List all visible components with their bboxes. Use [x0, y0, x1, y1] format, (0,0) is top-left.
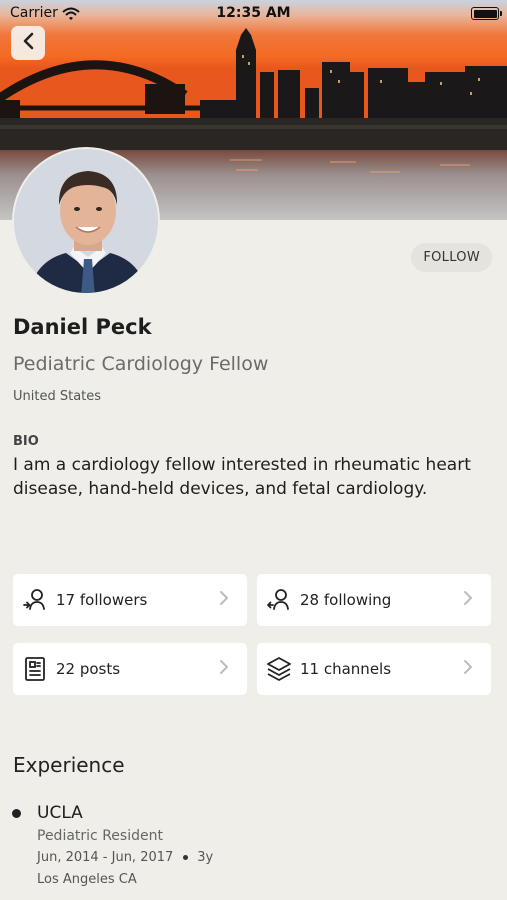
experience-location: Los Angeles CA: [37, 872, 137, 887]
avatar: [12, 147, 160, 295]
battery-icon: [471, 7, 502, 20]
experience-dates: Jun, 2014 - Jun, 2017 3y: [37, 850, 213, 865]
chevron-right-icon: [463, 590, 473, 610]
profile-name: Daniel Peck: [13, 315, 152, 339]
timeline-dot: [12, 809, 21, 818]
chevron-right-icon: [219, 590, 229, 610]
chevron-left-icon: [22, 32, 34, 54]
back-button[interactable]: [11, 26, 45, 60]
bio-label: BIO: [13, 434, 39, 449]
followers-card[interactable]: 17 followers: [13, 574, 247, 626]
bio-text: I am a cardiology fellow interested in r…: [13, 455, 471, 499]
channels-card[interactable]: 11 channels: [257, 643, 491, 695]
profile-country: United States: [13, 389, 102, 404]
clock: 12:35 AM: [216, 5, 291, 21]
channels-icon: [266, 656, 292, 682]
posts-label: 22 posts: [56, 660, 121, 678]
chevron-right-icon: [219, 659, 229, 679]
following-card[interactable]: 28 following: [257, 574, 491, 626]
posts-card[interactable]: 22 posts: [13, 643, 247, 695]
experience-duration: 3y: [197, 850, 214, 865]
channels-label: 11 channels: [300, 660, 392, 678]
following-icon: [266, 587, 292, 613]
profile-title: Pediatric Cardiology Fellow: [13, 353, 269, 375]
bullet-separator: [183, 855, 189, 860]
posts-icon: [22, 656, 48, 682]
chevron-right-icon: [463, 659, 473, 679]
following-label: 28 following: [300, 591, 392, 609]
experience-date-range: Jun, 2014 - Jun, 2017: [37, 850, 174, 865]
experience-organization: UCLA: [37, 803, 83, 823]
experience-heading: Experience: [13, 753, 125, 777]
follow-button[interactable]: FOLLOW: [411, 243, 492, 272]
experience-role: Pediatric Resident: [37, 828, 163, 844]
followers-label: 17 followers: [56, 591, 148, 609]
followers-icon: [22, 587, 48, 613]
status-bar: Carrier 12:35 AM: [0, 0, 507, 28]
